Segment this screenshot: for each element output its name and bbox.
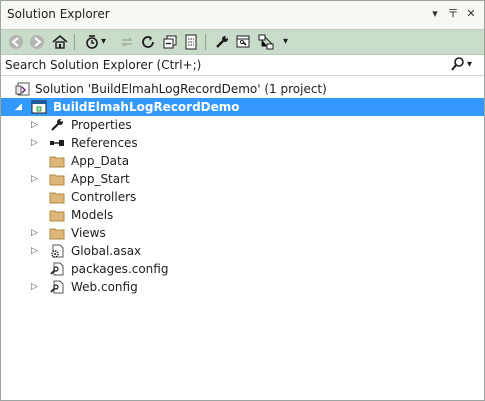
- more-tools-dropdown-button[interactable]: ▾: [283, 33, 293, 51]
- project-node[interactable]: ◢ BuildElmahLogRecordDemo: [1, 98, 484, 116]
- folder-icon: [49, 228, 65, 240]
- tree-item-label: References: [71, 136, 138, 150]
- folder-icon: [49, 210, 65, 222]
- toolbar-separator: [74, 34, 75, 50]
- search-options-dropdown[interactable]: ▾: [467, 56, 472, 74]
- project-label: BuildElmahLogRecordDemo: [53, 100, 240, 114]
- window-title: Solution Explorer: [7, 7, 110, 21]
- tree-item-controllers[interactable]: Controllers: [1, 188, 484, 206]
- sync-with-active-document-button[interactable]: [118, 33, 136, 51]
- title-bar: Solution Explorer ▾ 〒 ✕: [1, 1, 484, 30]
- expand-triangle-icon[interactable]: ▷: [31, 134, 41, 152]
- tree-item-label: Views: [71, 226, 106, 240]
- tree-item-label: Controllers: [71, 190, 137, 204]
- close-button[interactable]: ✕: [463, 6, 479, 22]
- tree-item-global-asax[interactable]: ▷ Global.asax: [1, 242, 484, 260]
- expand-triangle-icon[interactable]: ▷: [31, 116, 41, 134]
- pending-changes-filter-button[interactable]: [83, 33, 101, 51]
- collapse-all-button[interactable]: [161, 33, 179, 51]
- tree-item-label: App_Start: [71, 172, 130, 186]
- expand-triangle-icon[interactable]: ▷: [31, 170, 41, 188]
- folder-icon: [49, 156, 65, 168]
- tree-item-properties[interactable]: ▷ Properties: [1, 116, 484, 134]
- tree-item-app-start[interactable]: ▷ App_Start: [1, 170, 484, 188]
- show-all-files-button[interactable]: [182, 33, 200, 51]
- forward-button[interactable]: [28, 33, 46, 51]
- show-all-files-icon: [185, 34, 197, 50]
- refresh-button[interactable]: [139, 33, 157, 51]
- wrench-icon: [51, 119, 63, 131]
- search-button[interactable]: [451, 56, 465, 76]
- preview-selected-items-button[interactable]: [234, 33, 252, 51]
- view-class-diagram-button[interactable]: [257, 33, 275, 51]
- back-arrow-icon: [9, 35, 23, 49]
- tree-item-label: App_Data: [71, 154, 130, 168]
- tree-item-views[interactable]: ▷ Views: [1, 224, 484, 242]
- sync-icon: [121, 37, 133, 47]
- back-button[interactable]: [7, 33, 25, 51]
- tree-item-models[interactable]: Models: [1, 206, 484, 224]
- search-bar: ▾: [1, 55, 484, 76]
- solution-node[interactable]: Solution 'BuildElmahLogRecordDemo' (1 pr…: [1, 80, 484, 98]
- solution-tree: Solution 'BuildElmahLogRecordDemo' (1 pr…: [1, 80, 484, 296]
- folder-icon: [49, 174, 65, 186]
- config-file-icon: [50, 262, 64, 276]
- tree-item-label: Models: [71, 208, 114, 222]
- toolbar: ▾ ▾: [1, 30, 484, 55]
- tree-item-web-config[interactable]: ▷ Web.config: [1, 278, 484, 296]
- home-button[interactable]: [51, 33, 69, 51]
- tree-item-label: packages.config: [71, 262, 169, 276]
- gear-file-icon: [51, 244, 64, 258]
- class-diagram-icon: [258, 34, 274, 50]
- solution-label: Solution 'BuildElmahLogRecordDemo' (1 pr…: [35, 82, 327, 96]
- forward-arrow-icon: [30, 35, 44, 49]
- tree-item-packages-config[interactable]: packages.config: [1, 260, 484, 278]
- references-icon: [50, 140, 64, 146]
- expand-triangle-icon[interactable]: ▷: [31, 242, 41, 260]
- refresh-icon: [142, 36, 154, 48]
- tree-item-references[interactable]: ▷ References: [1, 134, 484, 152]
- tree-item-label: Global.asax: [71, 244, 142, 258]
- tree-item-label: Web.config: [71, 280, 138, 294]
- window-position-dropdown-button[interactable]: ▾: [427, 6, 443, 22]
- home-icon: [52, 34, 68, 49]
- search-input[interactable]: [5, 56, 445, 74]
- collapse-triangle-icon[interactable]: ◢: [15, 98, 25, 116]
- filter-dropdown-button[interactable]: ▾: [101, 33, 111, 51]
- solution-icon: [15, 82, 30, 96]
- collapse-all-icon: [163, 35, 177, 49]
- toolbar-separator: [205, 34, 206, 50]
- expand-triangle-icon[interactable]: ▷: [31, 224, 41, 242]
- expand-triangle-icon[interactable]: ▷: [31, 278, 41, 296]
- folder-icon: [49, 192, 65, 204]
- clock-icon: [86, 35, 98, 49]
- wrench-icon: [216, 36, 228, 48]
- properties-button[interactable]: [213, 33, 231, 51]
- solution-explorer-window: Solution Explorer ▾ 〒 ✕ ▾ ▾ Search Solut…: [0, 0, 485, 401]
- config-file-icon: [50, 280, 64, 294]
- search-icon: [451, 57, 464, 71]
- web-project-icon: [31, 100, 47, 114]
- preview-icon: [236, 35, 250, 48]
- tree-item-app-data[interactable]: App_Data: [1, 152, 484, 170]
- tree-item-label: Properties: [71, 118, 132, 132]
- pin-button[interactable]: 〒: [445, 6, 461, 22]
